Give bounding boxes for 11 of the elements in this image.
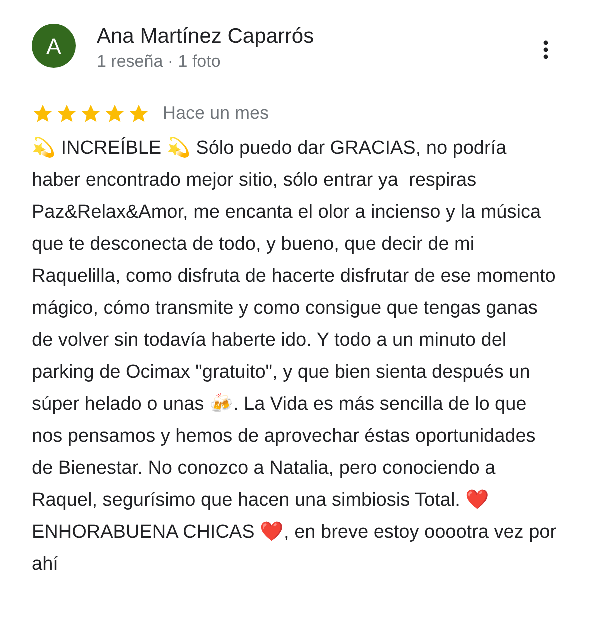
avatar: A	[32, 24, 76, 68]
star-icon	[56, 102, 78, 124]
more-options-icon[interactable]	[541, 38, 551, 62]
star-icon	[32, 102, 54, 124]
review-time: Hace un mes	[163, 102, 270, 125]
author-name[interactable]: Ana Martínez Caparrós	[97, 24, 541, 50]
star-icon	[128, 102, 150, 124]
star-icon	[104, 102, 126, 124]
star-icon	[80, 102, 102, 124]
review-text: 💫 INCREÍBLE 💫 Sólo puedo dar GRACIAS, no podría haber encontrado mejor sitio, sólo entrar ya respiras Paz&Relax&Amor, me encanta el olor a incienso y la música que te desconecta de todo, y bueno, que decir de mi Raquelilla, como disfruta de hacerte disfrutar de ese momento mágico, cómo transmite y como consigue que tengas ganas de volver sin todavía haberte ido. Y todo a un minuto del parking de Ocimax "gratuito", y que bien sienta después un súper helado o unas 🍻. La Vida es más sencilla de lo que nos pensamos y hemos de aprovechar éstas oportunidades de Bienestar. No conozco a Natalia, pero conociendo a Raquel, segurísimo que hacen una simbiosis Total. ❤ ENHORABUENA CHICAS ❤, en breve estoy ooootra vez por ahí	[32, 136, 558, 577]
review-meta: 1 reseña · 1 foto	[97, 51, 222, 73]
